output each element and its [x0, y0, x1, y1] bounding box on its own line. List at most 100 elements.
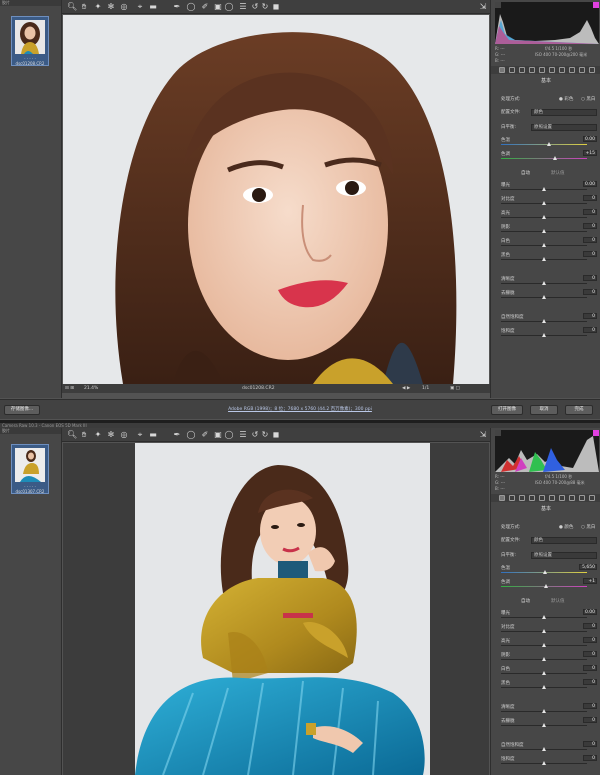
hand-icon[interactable]: ✋︎	[79, 430, 89, 440]
rotate-ccw-icon[interactable]: ↺	[250, 2, 260, 12]
save-image-button[interactable]: 存储图像...	[4, 405, 40, 415]
rotate-ccw-icon[interactable]: ↺	[250, 430, 260, 440]
slider-knob[interactable]	[542, 657, 546, 661]
slider-knob[interactable]	[542, 187, 546, 191]
rotate-cw-icon[interactable]: ↻	[260, 430, 270, 440]
white-balance-icon[interactable]: ✦	[93, 2, 103, 12]
hsl-tab-icon[interactable]	[529, 67, 535, 73]
fullscreen-icon[interactable]: ⇲	[478, 2, 488, 12]
split-toning-tab-icon[interactable]	[539, 495, 545, 501]
slider-value[interactable]: 0.00	[583, 609, 597, 615]
slider-value[interactable]: 0	[583, 327, 597, 333]
straighten-icon[interactable]: ▬	[148, 2, 158, 12]
preferences-icon[interactable]: ☰	[238, 430, 248, 440]
white-balance-icon[interactable]: ✦	[93, 430, 103, 440]
detail-tab-icon[interactable]	[519, 495, 525, 501]
slider-9[interactable]: 饱和度 0	[491, 755, 600, 768]
slider-knob[interactable]	[542, 215, 546, 219]
rotate-cw-icon[interactable]: ↻	[260, 2, 270, 12]
filmstrip-thumbnail[interactable]: · · · · · dsc01307.CR2	[11, 444, 49, 494]
slider-knob[interactable]	[542, 709, 546, 713]
treatment-color-radio[interactable]: ● 彩色	[559, 96, 573, 102]
slider-value[interactable]: 0	[583, 741, 597, 747]
tone-curve-tab-icon[interactable]	[509, 67, 515, 73]
slider-value[interactable]: 0	[583, 637, 597, 643]
slider-value[interactable]: 0	[583, 703, 597, 709]
slider-value[interactable]: 0	[583, 251, 597, 257]
slider-knob[interactable]	[542, 201, 546, 205]
detail-tab-icon[interactable]	[519, 67, 525, 73]
cancel-button[interactable]: 取消	[530, 405, 558, 415]
straighten-icon[interactable]: ▬	[148, 430, 158, 440]
slider-2[interactable]: 高光 0	[491, 637, 600, 650]
crop-icon[interactable]: ⌖	[135, 2, 145, 12]
slider-0[interactable]: 曝光 0.00	[491, 181, 600, 194]
radial-filter-icon[interactable]: ◯	[224, 430, 234, 440]
open-image-button[interactable]: 打开图像	[491, 405, 523, 415]
slider-9[interactable]: 饱和度 0	[491, 327, 600, 340]
slider-knob[interactable]	[542, 295, 546, 299]
tint-slider[interactable]: 色调 +15	[491, 150, 600, 163]
graduated-filter-icon[interactable]: ▣	[213, 430, 223, 440]
slider-7[interactable]: 去朦胧 0	[491, 717, 600, 730]
split-toning-tab-icon[interactable]	[539, 67, 545, 73]
tint-slider[interactable]: 色调 +1	[491, 578, 600, 591]
slider-1[interactable]: 对比度 0	[491, 195, 600, 208]
basic-tab-icon[interactable]	[499, 495, 505, 501]
slider-knob[interactable]	[542, 229, 546, 233]
lens-tab-icon[interactable]	[549, 67, 555, 73]
zoom-icon[interactable]: 🔍︎	[67, 430, 77, 440]
preview-canvas-2[interactable]	[63, 443, 489, 775]
slider-value[interactable]: 0	[583, 223, 597, 229]
slider-3[interactable]: 阴影 0	[491, 223, 600, 236]
slider-knob[interactable]	[542, 643, 546, 647]
presets-tab-icon[interactable]	[579, 67, 585, 73]
snapshots-tab-icon[interactable]	[589, 495, 595, 501]
targeted-adjust-icon[interactable]: ◎	[119, 2, 129, 12]
slider-6[interactable]: 清晰度 0	[491, 703, 600, 716]
temperature-knob[interactable]	[543, 570, 547, 574]
treatment-bw-radio[interactable]: ○ 黑白	[581, 96, 595, 102]
slider-knob[interactable]	[542, 723, 546, 727]
zoom-level[interactable]: 21.4%	[84, 384, 98, 393]
slider-8[interactable]: 自然饱和度 0	[491, 741, 600, 754]
effects-tab-icon[interactable]	[559, 495, 565, 501]
slider-knob[interactable]	[542, 257, 546, 261]
redeye-icon[interactable]: ◯	[186, 430, 196, 440]
slider-1[interactable]: 对比度 0	[491, 623, 600, 636]
slider-knob[interactable]	[542, 243, 546, 247]
slider-value[interactable]: 0	[583, 313, 597, 319]
tone-curve-tab-icon[interactable]	[509, 495, 515, 501]
radial-filter-icon[interactable]: ◯	[224, 2, 234, 12]
slider-value[interactable]: 0	[583, 651, 597, 657]
preferences-icon[interactable]: ☰	[238, 2, 248, 12]
white-balance-select[interactable]: 原照设置	[531, 124, 597, 131]
page-nav-icon[interactable]: ◀ ▶	[402, 384, 410, 393]
temperature-value[interactable]: 5,650	[579, 564, 597, 570]
lens-tab-icon[interactable]	[549, 495, 555, 501]
slider-knob[interactable]	[542, 615, 546, 619]
redeye-icon[interactable]: ◯	[186, 2, 196, 12]
slider-value[interactable]: 0	[583, 195, 597, 201]
slider-knob[interactable]	[542, 685, 546, 689]
spot-removal-icon[interactable]: ✒	[172, 430, 182, 440]
slider-5[interactable]: 黑色 0	[491, 679, 600, 692]
tint-value[interactable]: +15	[583, 150, 597, 156]
temperature-slider[interactable]: 色温 5,650	[491, 564, 600, 577]
color-sampler-icon[interactable]: ✻	[106, 2, 116, 12]
temperature-slider[interactable]: 色温 0.00	[491, 136, 600, 149]
temperature-value[interactable]: 0.00	[583, 136, 597, 142]
auto-link[interactable]: 自动	[521, 598, 530, 604]
zoom-icon[interactable]: 🔍︎	[67, 2, 77, 12]
targeted-adjust-icon[interactable]: ◎	[119, 430, 129, 440]
slider-value[interactable]: 0	[583, 289, 597, 295]
profile-select[interactable]: 颜色	[531, 109, 597, 116]
presets-tab-icon[interactable]	[579, 495, 585, 501]
hand-icon[interactable]: ✋︎	[79, 2, 89, 12]
graduated-filter-icon[interactable]: ▣	[213, 2, 223, 12]
effects-tab-icon[interactable]	[559, 67, 565, 73]
slider-value[interactable]: 0	[583, 275, 597, 281]
white-balance-select[interactable]: 原照设置	[531, 552, 597, 559]
slider-8[interactable]: 自然饱和度 0	[491, 313, 600, 326]
auto-link[interactable]: 自动	[521, 170, 530, 176]
